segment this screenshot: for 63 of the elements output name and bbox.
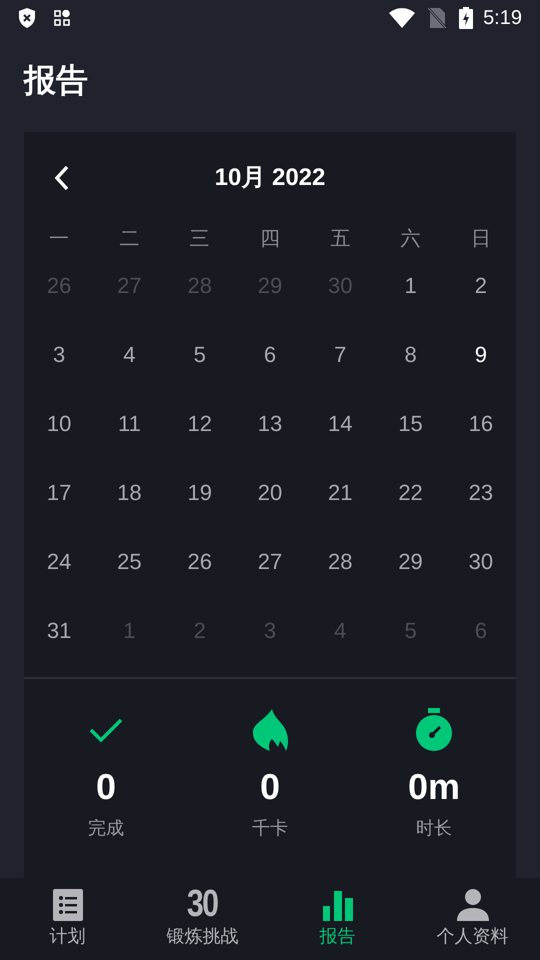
calendar-day[interactable]: 1 [404,269,417,302]
calendar-day[interactable]: 2 [474,269,487,302]
battery-charging-icon [459,7,474,29]
nav-tab[interactable]: 报告 [270,878,405,960]
page-title: 报告 [22,61,89,100]
stat-value: 0m [408,765,460,809]
nav-tab[interactable]: 个人资料 [405,878,540,960]
weekday-label: 四 [260,227,280,252]
calendar-day[interactable]: 27 [258,545,282,578]
calendar-day[interactable]: 30 [468,545,494,578]
calendar-day[interactable]: 20 [258,476,282,509]
calendar-day[interactable]: 22 [398,476,423,509]
calendar-day[interactable]: 26 [187,545,212,578]
calendar-day[interactable]: 16 [468,407,494,440]
calendar-day[interactable]: 19 [187,476,212,509]
calendar-day[interactable]: 4 [123,338,136,371]
calendar-day[interactable]: 25 [117,545,142,578]
calendar-day[interactable]: 24 [46,545,72,578]
flame-icon [250,709,290,751]
calendar-day[interactable]: 18 [117,476,142,509]
weekday-label: 日 [470,227,491,252]
month-label: 10月 2022 [214,163,326,193]
weekday-label: 六 [400,227,421,252]
calendar-day[interactable]: 12 [187,407,212,440]
stat-label: 完成 [88,817,124,840]
calendar-day[interactable]: 8 [404,338,417,371]
grid-icon [54,10,70,26]
calendar-day[interactable]: 21 [328,476,353,509]
stat-value: 0 [260,765,280,809]
stat-label: 时长 [416,817,452,840]
calendar-day[interactable]: 29 [398,545,423,578]
weekday-label: 三 [190,227,210,252]
calendar-day[interactable]: 14 [328,407,353,440]
list-icon [52,889,82,921]
nav-tab[interactable]: 计划 [0,878,135,960]
stopwatch-icon [415,708,453,752]
stat-value: 0 [96,765,116,809]
calendar-day[interactable]: 5 [194,338,206,371]
calendar-day[interactable]: 11 [118,407,141,440]
nav-tab[interactable]: 30 锻炼挑战 [135,878,270,960]
calendar-day[interactable]: 23 [468,476,494,509]
calendar-day[interactable]: 15 [398,407,423,440]
clock-time: 5:19 [483,6,522,31]
calendar-day[interactable]: 10 [46,407,72,440]
calendar-day[interactable]: 6 [264,338,276,371]
shield-icon [18,8,36,28]
weekday-label: 二 [119,227,140,252]
wifi-icon [389,8,416,28]
day-count-icon: 30 [187,887,218,921]
calendar-day[interactable]: 13 [258,407,282,440]
calendar-day[interactable]: 3 [53,338,66,371]
calendar-day[interactable]: 28 [328,545,353,578]
person-icon [456,889,488,921]
stat-label: 千卡 [252,817,288,840]
calendar-day[interactable]: 31 [46,614,72,647]
weekday-label: 一 [49,227,70,252]
calendar-day[interactable]: 17 [46,476,72,509]
bar-chart-icon [322,891,352,921]
no-sim-icon [427,7,448,29]
weekday-label: 五 [330,227,350,252]
calendar-day[interactable]: 9 [474,338,487,371]
calendar-day[interactable]: 7 [334,338,346,371]
check-icon [89,717,123,743]
